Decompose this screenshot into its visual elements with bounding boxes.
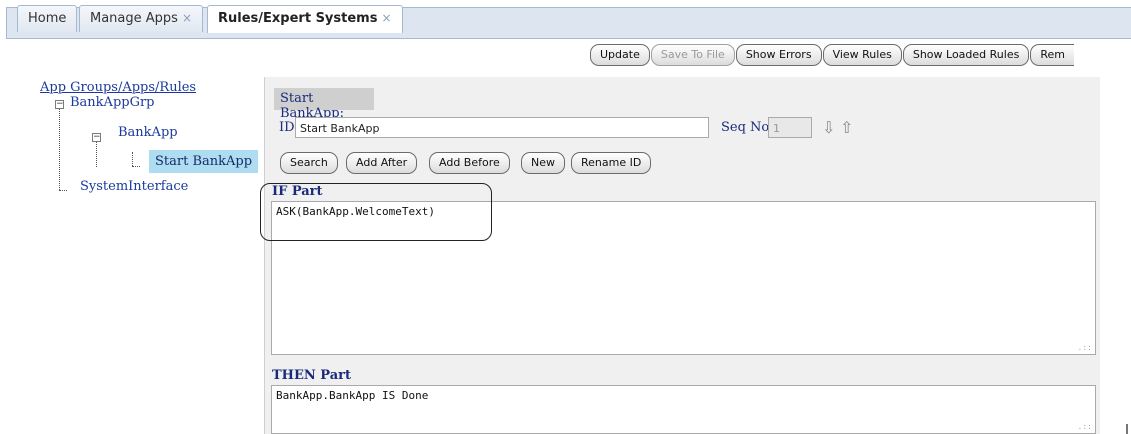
tab-manage-apps-label: Manage Apps: [90, 11, 178, 26]
add-before-button[interactable]: Add Before: [429, 152, 510, 174]
seq-label: Seq No:: [721, 120, 774, 135]
show-errors-button[interactable]: Show Errors: [735, 44, 822, 66]
tree-root-link[interactable]: App Groups/Apps/Rules: [40, 80, 196, 95]
close-icon[interactable]: ×: [381, 11, 391, 25]
arrow-up-icon[interactable]: ⇧: [840, 118, 853, 137]
rule-title: Start BankApp:: [274, 88, 374, 121]
collapse-icon[interactable]: −: [55, 100, 64, 109]
resize-grip-icon[interactable]: .::: [1078, 343, 1092, 352]
show-loaded-rules-button[interactable]: Show Loaded Rules: [902, 44, 1030, 66]
if-part-textarea[interactable]: ASK(BankApp.WelcomeText) .::: [271, 201, 1096, 355]
seq-field[interactable]: 1: [768, 117, 812, 138]
id-field[interactable]: Start BankApp: [295, 117, 709, 138]
tab-rules-expert-systems[interactable]: Rules/Expert Systems ×: [207, 5, 403, 33]
save-to-file-button[interactable]: Save To File: [650, 44, 735, 66]
close-icon[interactable]: ×: [182, 11, 192, 25]
tab-home-label: Home: [28, 11, 67, 26]
if-part-text: ASK(BankApp.WelcomeText): [276, 205, 435, 218]
toolbar: Update Save To File Show Errors View Rules S…: [590, 44, 1075, 66]
new-button[interactable]: New: [521, 152, 565, 174]
view-rules-button[interactable]: View Rules: [822, 44, 902, 66]
then-part-label: THEN Part: [272, 368, 351, 383]
search-button[interactable]: Search: [280, 152, 338, 174]
rename-id-button[interactable]: Rename ID: [571, 152, 652, 174]
tree-node-systeminterface[interactable]: SystemInterface: [80, 179, 188, 194]
resize-grip-icon[interactable]: .::: [1078, 422, 1092, 431]
tree-line: [59, 105, 60, 190]
add-after-button[interactable]: Add After: [346, 152, 418, 174]
id-label: ID: [279, 120, 295, 135]
if-part-label: IF Part: [272, 184, 323, 199]
scrollbar[interactable]: [1126, 424, 1128, 434]
tree-node-bankappgrp[interactable]: BankAppGrp: [70, 95, 155, 110]
tree-node-bankapp[interactable]: BankApp: [118, 125, 178, 140]
collapse-icon[interactable]: −: [92, 133, 101, 142]
remove-button[interactable]: Rem: [1030, 44, 1074, 66]
tree-line: [96, 140, 97, 167]
tree-line: [132, 166, 140, 167]
then-part-textarea[interactable]: BankApp.BankApp IS Done .::: [271, 385, 1096, 434]
tab-home[interactable]: Home: [17, 5, 78, 32]
tree-node-start-bankapp[interactable]: Start BankApp: [149, 150, 259, 173]
then-part-text: BankApp.BankApp IS Done: [276, 389, 429, 402]
update-button[interactable]: Update: [590, 44, 650, 66]
tab-manage-apps[interactable]: Manage Apps ×: [79, 5, 204, 32]
arrow-down-icon[interactable]: ⇩: [822, 118, 835, 137]
tree-line: [132, 152, 133, 166]
tab-rules-label: Rules/Expert Systems: [218, 11, 378, 26]
tree-line: [59, 190, 67, 191]
right-panel: [1100, 77, 1131, 434]
